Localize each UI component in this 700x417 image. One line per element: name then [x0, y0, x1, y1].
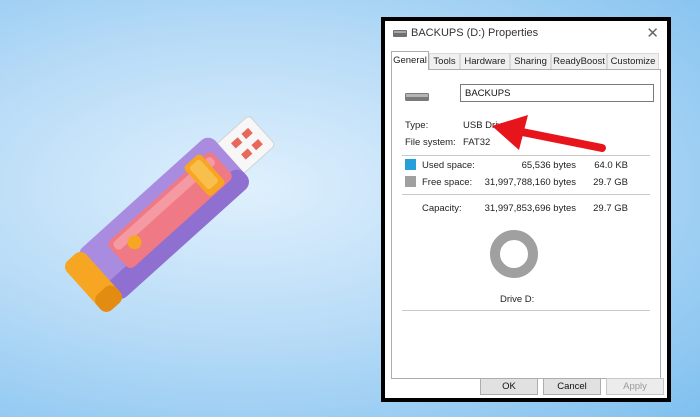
capacity-size: 29.7 GB — [593, 203, 628, 214]
tab-hardware[interactable]: Hardware — [460, 53, 510, 69]
used-space-label: Used space: — [422, 160, 475, 171]
used-space-size: 64.0 KB — [594, 160, 628, 171]
file-system-label: File system: — [405, 137, 456, 148]
file-system-value: FAT32 — [463, 137, 491, 148]
close-icon[interactable]: ✕ — [646, 24, 659, 42]
drive-name-input[interactable] — [460, 84, 654, 102]
divider — [402, 194, 650, 195]
tab-customize[interactable]: Customize — [607, 53, 659, 69]
disk-usage-ring — [490, 230, 538, 278]
tab-sharing[interactable]: Sharing — [510, 53, 551, 69]
window-title: BACKUPS (D:) Properties — [411, 27, 539, 39]
apply-button[interactable]: Apply — [606, 378, 664, 395]
drive-properties-window: BACKUPS (D:) Properties ✕ General Tools … — [381, 17, 671, 402]
divider — [402, 310, 650, 311]
type-label: Type: — [405, 120, 429, 131]
divider — [402, 155, 650, 156]
capacity-label: Capacity: — [422, 203, 462, 214]
capacity-bytes: 31,997,853,696 bytes — [484, 203, 576, 214]
tab-general[interactable]: General — [391, 51, 429, 70]
tab-readyboost[interactable]: ReadyBoost — [551, 53, 607, 69]
free-space-bytes: 31,997,788,160 bytes — [484, 177, 576, 188]
usb-flash-drive-illustration — [40, 95, 300, 325]
drive-caption: Drive D: — [500, 294, 535, 305]
tab-tools[interactable]: Tools — [429, 53, 460, 69]
cancel-button[interactable]: Cancel — [543, 378, 601, 395]
free-space-size: 29.7 GB — [593, 177, 628, 188]
free-space-swatch — [405, 176, 416, 187]
drive-icon — [393, 30, 407, 37]
used-space-swatch — [405, 159, 416, 170]
general-tab-panel: Type: USB Drive File system: FAT32 Used … — [391, 69, 661, 379]
title-bar: BACKUPS (D:) Properties ✕ — [385, 21, 667, 47]
type-value: USB Drive — [463, 120, 508, 131]
free-space-label: Free space: — [422, 177, 473, 188]
used-space-bytes: 65,536 bytes — [521, 160, 576, 171]
usb-drive-icon — [405, 93, 429, 101]
ok-button[interactable]: OK — [480, 378, 538, 395]
